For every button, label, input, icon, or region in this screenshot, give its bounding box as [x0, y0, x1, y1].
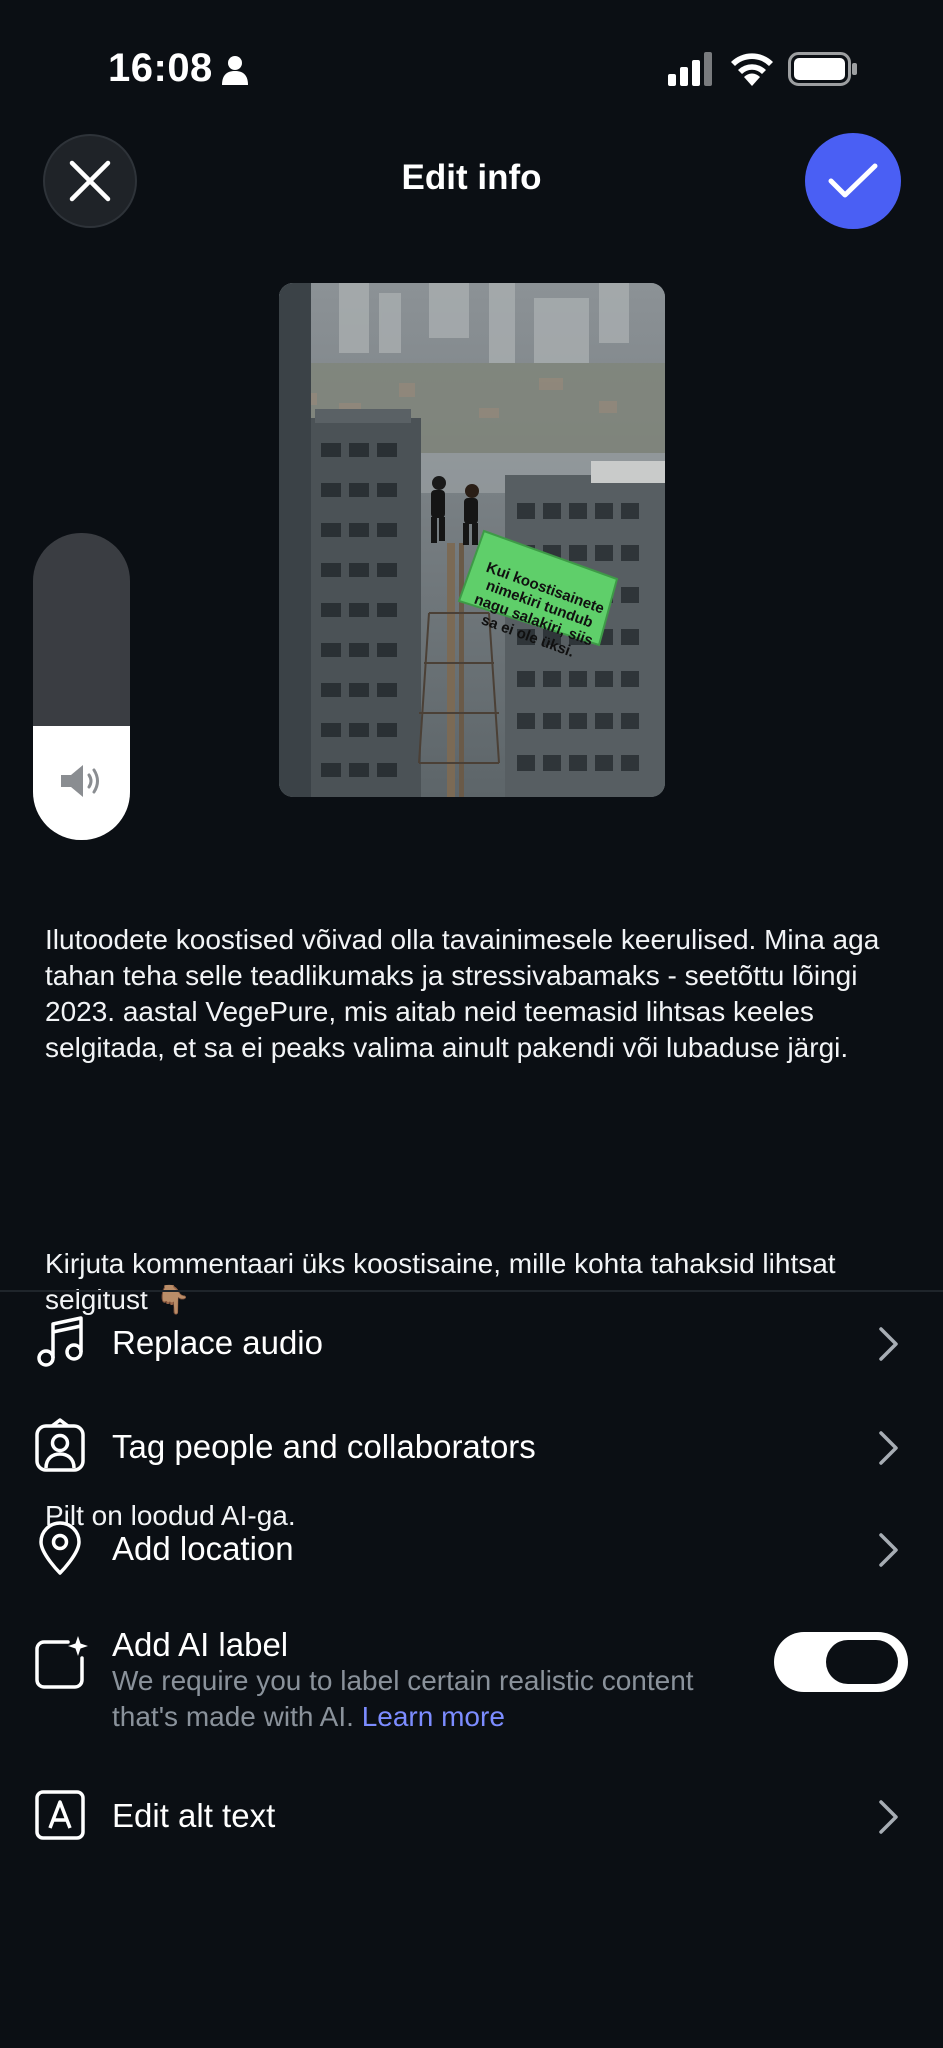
ai-sparkle-icon — [35, 1636, 88, 1689]
ai-label-toggle[interactable] — [774, 1632, 908, 1692]
edit-alt-text-label: Edit alt text — [112, 1797, 276, 1834]
battery-icon — [788, 52, 857, 86]
tag-person-icon — [35, 1418, 85, 1472]
status-time: 16:08 — [108, 46, 213, 90]
tag-people-label: Tag people and collaborators — [112, 1428, 536, 1465]
ai-label-description: We require you to label certain realisti… — [112, 1663, 712, 1735]
location-pin-icon — [39, 1521, 81, 1575]
toggle-knob — [826, 1640, 898, 1684]
edit-info-screen: 16:08 Edit info Kui koostisainete nimeki… — [0, 0, 943, 2048]
wifi-icon — [731, 53, 773, 86]
music-note-icon — [37, 1316, 83, 1367]
caption-text[interactable]: Ilutoodete koostised võivad olla tavaini… — [45, 850, 905, 1606]
replace-audio-row[interactable]: Replace audio — [0, 1298, 943, 1388]
page-title: Edit info — [401, 158, 542, 197]
edit-alt-text-row[interactable]: Edit alt text — [0, 1770, 943, 1860]
cellular-signal-icon — [668, 52, 712, 86]
speaker-icon — [61, 765, 99, 797]
checkmark-icon — [828, 163, 878, 198]
confirm-button[interactable] — [805, 133, 901, 229]
tag-people-row[interactable]: Tag people and collaborators — [0, 1400, 943, 1490]
volume-slider[interactable] — [33, 533, 130, 840]
add-location-row[interactable]: Add location — [0, 1503, 943, 1593]
chevron-right-icon — [879, 1327, 898, 1361]
chevron-right-icon — [879, 1431, 898, 1465]
media-preview[interactable] — [279, 283, 665, 797]
add-location-label: Add location — [112, 1530, 294, 1567]
divider — [0, 1290, 943, 1292]
preview-image — [279, 283, 665, 797]
chevron-right-icon — [879, 1533, 898, 1567]
caption-paragraph-1: Ilutoodete koostised võivad olla tavaini… — [45, 924, 888, 1063]
add-ai-label-label: Add AI label — [112, 1626, 289, 1663]
alt-text-icon — [35, 1790, 85, 1840]
chevron-right-icon — [879, 1800, 898, 1834]
replace-audio-label: Replace audio — [112, 1324, 323, 1361]
status-bar: 16:08 — [0, 0, 943, 130]
person-icon — [222, 56, 248, 85]
learn-more-link[interactable]: Learn more — [362, 1701, 505, 1732]
